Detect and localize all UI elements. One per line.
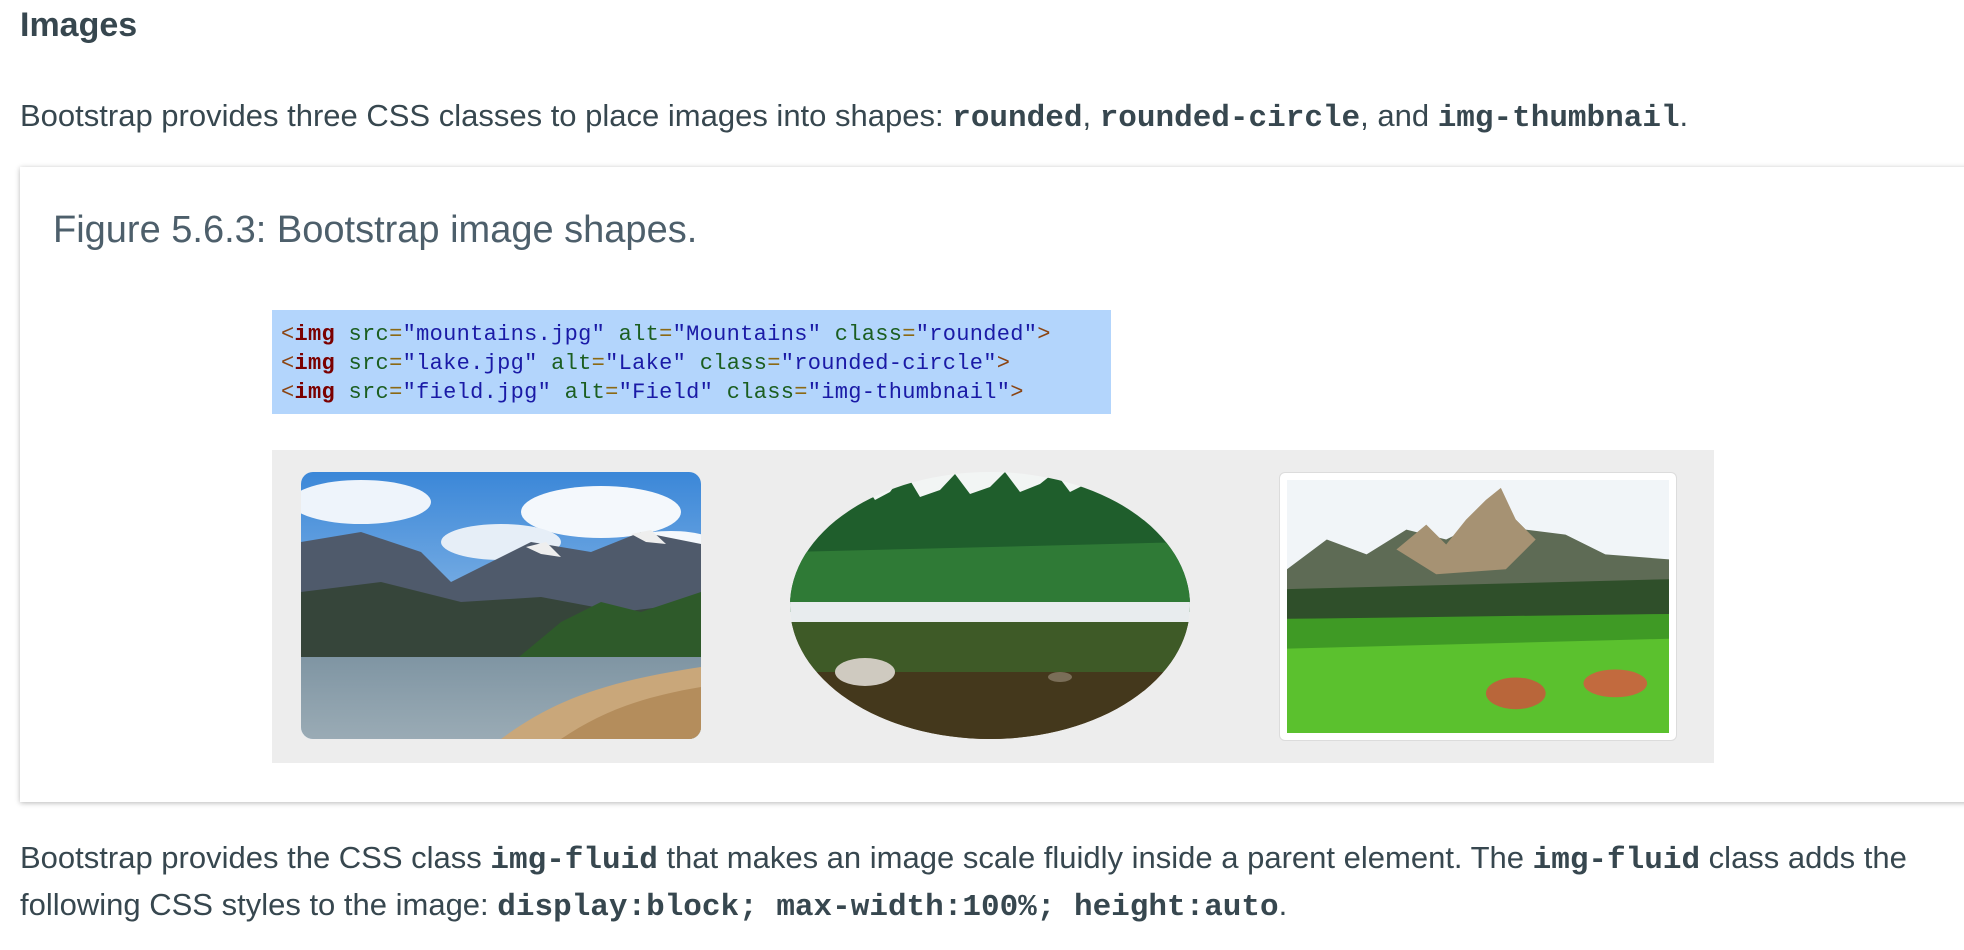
figure-caption: Figure 5.6.3: Bootstrap image shapes. [53,209,698,251]
code-attribute: alt [564,380,606,405]
fluid-text: that makes an image scale fluidly inside… [657,840,1533,875]
code-attribute: class [834,322,903,347]
code-attribute: class [699,351,768,376]
code-string: "Mountains" [672,322,822,347]
code-equals: = [767,351,781,376]
code-equals: = [794,380,808,405]
code-img-thumbnail: img-thumbnail [1437,101,1680,136]
code-bracket: < [281,322,295,347]
code-string: "Field" [618,380,714,405]
code-equals: = [659,322,673,347]
code-attribute: class [726,380,795,405]
section-heading: Images [20,6,138,44]
code-equals: = [591,351,606,376]
code-bracket: > [996,351,1011,376]
intro-period: . [1679,98,1689,133]
code-bracket: < [281,380,295,405]
code-attribute: alt [618,322,660,347]
fluid-text: Bootstrap provides the CSS class [20,840,491,875]
intro-text: Bootstrap provides three CSS classes to … [20,98,953,133]
code-snippet: <img src="mountains.jpg" alt="Mountains"… [272,310,1111,414]
code-tag: img [294,380,336,405]
intro-separator: , [1082,98,1100,133]
code-equals: = [605,380,619,405]
code-attribute: src [348,351,390,376]
mountains-image [301,472,701,739]
code-css-styles: display:block; max-width:100%; height:au… [497,890,1279,925]
code-attribute: alt [551,351,592,376]
fluid-paragraph: Bootstrap provides the CSS class img-flu… [20,836,1944,930]
image-demo-panel [272,450,1714,763]
code-equals: = [389,351,403,376]
code-string: "field.jpg" [402,380,552,405]
code-attribute: src [348,322,390,347]
code-img-fluid: img-fluid [490,843,658,878]
code-bracket: > [1037,322,1051,347]
thumbnail-frame [1279,472,1677,741]
lake-image [790,472,1190,739]
code-string: "rounded" [915,322,1038,347]
code-tag: img [294,351,336,376]
code-rounded-circle: rounded-circle [1099,101,1361,136]
code-string: "lake.jpg" [402,351,538,376]
code-string: "mountains.jpg" [402,322,606,347]
intro-paragraph: Bootstrap provides three CSS classes to … [20,94,1944,141]
code-line: <img src="lake.jpg" alt="Lake" class="ro… [281,349,1102,378]
code-tag: img [294,322,336,347]
code-img-fluid: img-fluid [1532,843,1701,878]
intro-separator: , and [1360,98,1438,133]
code-string: "rounded-circle" [780,351,997,376]
code-string: "img-thumbnail" [807,380,1011,405]
code-attribute: src [348,380,390,405]
code-bracket: < [281,351,295,376]
figure-box: Figure 5.6.3: Bootstrap image shapes. <i… [20,167,1964,802]
code-line: <img src="field.jpg" alt="Field" class="… [281,378,1102,407]
field-image [1287,480,1669,733]
code-rounded: rounded [952,101,1083,136]
code-equals: = [389,322,403,347]
fluid-period: . [1278,887,1288,922]
code-line: <img src="mountains.jpg" alt="Mountains"… [281,320,1102,349]
code-bracket: > [1010,380,1024,405]
code-equals: = [902,322,916,347]
code-string: "Lake" [605,351,687,376]
code-equals: = [389,380,403,405]
